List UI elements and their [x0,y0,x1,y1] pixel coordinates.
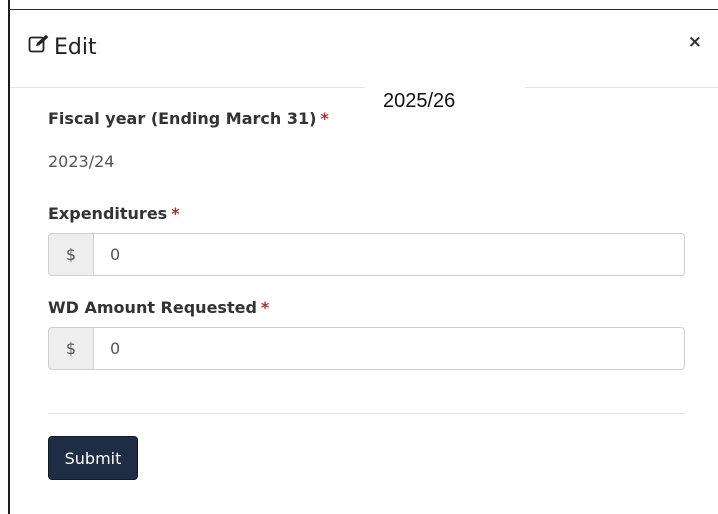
required-marker: * [320,109,329,128]
modal-header: Edit × [10,10,718,88]
wd-amount-label: WD Amount Requested * [48,298,269,317]
required-marker: * [171,204,180,223]
expenditures-label-text: Expenditures [48,204,168,223]
fiscal-year-label: Fiscal year (Ending March 31) * [48,109,329,128]
modal-title: Edit [28,32,97,62]
wd-amount-input[interactable] [93,327,685,370]
wd-amount-input-group: $ [48,327,685,370]
expenditures-input-group: $ [48,233,685,276]
edit-modal: Edit × 2025/26 Fiscal year (Ending March… [10,10,718,514]
fiscal-year-label-text: Fiscal year (Ending March 31) [48,109,317,128]
edit-icon [28,34,54,60]
modal-title-text: Edit [54,34,97,60]
submit-button[interactable]: Submit [48,436,138,480]
wd-amount-label-text: WD Amount Requested [48,298,257,317]
fiscal-year-value: 2023/24 [48,152,115,171]
year-overlay: 2025/26 [365,78,525,122]
currency-addon: $ [48,233,93,276]
expenditures-label: Expenditures * [48,204,180,223]
currency-addon: $ [48,327,93,370]
close-button[interactable]: × [688,32,702,52]
form-divider [48,413,685,414]
expenditures-input[interactable] [93,233,685,276]
required-marker: * [260,298,270,317]
